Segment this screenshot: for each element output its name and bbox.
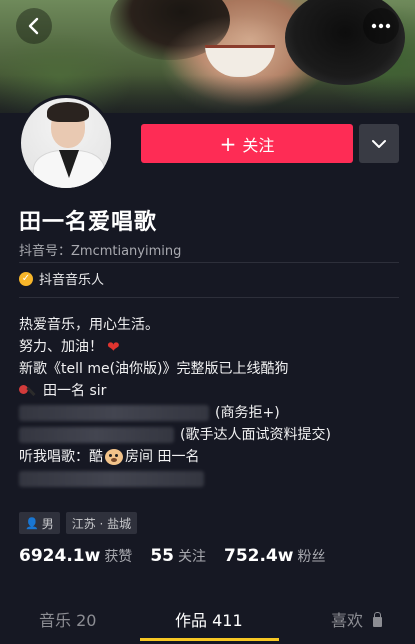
blurred-text xyxy=(19,405,209,421)
blurred-text xyxy=(19,471,204,487)
avatar[interactable] xyxy=(18,95,114,191)
profile-tabs: 音乐 20 作品 411 喜欢 xyxy=(0,598,415,644)
ellipsis-icon xyxy=(371,23,391,29)
following-stat[interactable]: 55 关注 xyxy=(150,546,206,566)
profile-stats: 6924.1w 获赞 55 关注 752.4w 粉丝 xyxy=(19,546,343,566)
dog-icon xyxy=(105,449,123,465)
active-tab-indicator xyxy=(140,638,279,641)
profile-bio: 热爱音乐，用心生活。 努力、加油！ ❤ 新歌《tell me(油你版)》完整版已… xyxy=(19,314,399,490)
chevron-down-icon xyxy=(372,139,386,148)
bio-line: 努力、加油！ ❤ xyxy=(19,338,120,356)
bio-line: (歌手达人面试资料提交) xyxy=(19,424,399,446)
follow-button[interactable]: + 关注 xyxy=(141,124,353,163)
verified-check-icon: ✓ xyxy=(19,271,33,286)
recommend-dropdown-button[interactable] xyxy=(359,124,399,163)
gender-tag: 👤 男 xyxy=(19,512,60,534)
heart-icon: ❤ xyxy=(107,338,120,356)
verification-badge: ✓ 抖音音乐人 xyxy=(19,269,104,288)
location-tag: 江苏 · 盐城 xyxy=(65,512,138,534)
tab-likes[interactable]: 喜欢 xyxy=(331,607,383,631)
microphone-icon xyxy=(19,383,37,399)
profile-tags: 👤 男 江苏 · 盐城 xyxy=(19,512,138,534)
profile-name: 田一名爱唱歌 xyxy=(19,210,158,235)
bio-line xyxy=(19,468,399,490)
back-button[interactable] xyxy=(16,8,52,44)
bio-line: 听我唱歌：酷 房间 田一名 xyxy=(19,449,200,465)
verification-label: 抖音音乐人 xyxy=(39,273,105,288)
divider xyxy=(19,297,399,298)
chevron-left-icon xyxy=(28,17,39,35)
more-options-button[interactable] xyxy=(363,8,399,44)
lock-icon xyxy=(373,611,383,627)
likes-stat[interactable]: 6924.1w 获赞 xyxy=(19,546,132,566)
tab-works[interactable]: 作品 411 xyxy=(175,607,243,631)
divider xyxy=(19,262,399,263)
followers-stat[interactable]: 752.4w 粉丝 xyxy=(224,546,325,566)
profile-handle: 抖音号：Zmcmtianyiming xyxy=(19,244,182,259)
bio-line: 新歌《tell me(油你版)》完整版已上线酷狗 xyxy=(19,361,289,377)
bio-line: (商务拒+) xyxy=(19,402,399,424)
bio-line: 田一名 sir xyxy=(19,380,399,402)
male-icon: 👤 xyxy=(25,516,39,530)
blurred-text xyxy=(19,427,174,443)
bio-line: 热爱音乐，用心生活。 xyxy=(19,317,159,333)
plus-icon: + xyxy=(219,131,237,156)
tab-music[interactable]: 音乐 20 xyxy=(39,607,96,631)
follow-button-label: 关注 xyxy=(242,135,275,155)
